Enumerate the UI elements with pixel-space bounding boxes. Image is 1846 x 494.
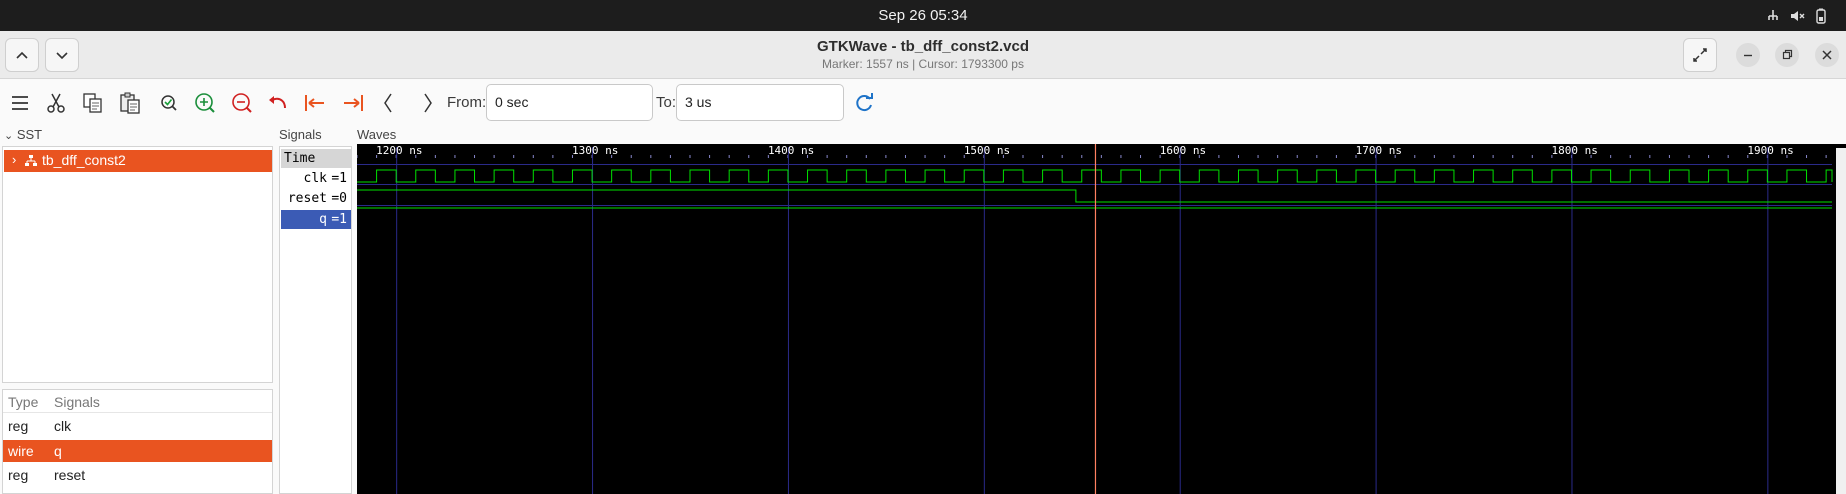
signal-row-clk[interactable]: clk =1 (281, 169, 351, 188)
hamburger-menu-icon (12, 96, 28, 110)
toolbar: From: 0 sec To: 3 us (0, 79, 1846, 125)
zoom-end-button[interactable] (340, 90, 366, 116)
network-icon[interactable] (1765, 8, 1781, 24)
restore-icon (1782, 49, 1793, 60)
signal-name: Time (284, 151, 316, 166)
signal-type: wire (8, 443, 34, 459)
scissors-icon (47, 93, 65, 113)
signal-name: q (54, 443, 62, 459)
hierarchy-icon (25, 155, 37, 166)
go-to-start-icon (305, 95, 324, 111)
system-clock[interactable]: Sep 26 05:34 (0, 7, 1846, 24)
table-header: Type Signals (3, 391, 272, 413)
signal-row-q[interactable]: q =1 (281, 210, 351, 229)
window-header-bar: GTKWave - tb_dff_const2.vcd Marker: 1557… (0, 31, 1846, 79)
signal-type-table: Type Signals reg clk wire q reg reset (2, 389, 273, 494)
zoom-fit-icon (161, 95, 177, 111)
time-tick-label: 1300 ns (572, 144, 618, 157)
chevron-right-icon (424, 93, 432, 113)
copy-icon (83, 93, 102, 113)
cut-button[interactable] (43, 90, 69, 116)
from-label: From: (447, 94, 487, 111)
zoom-in-button[interactable] (192, 90, 218, 116)
column-header-type[interactable]: Type (8, 394, 38, 410)
signal-name: q (319, 212, 327, 227)
waveform-background (357, 144, 1846, 494)
signal-name: clk (303, 171, 327, 186)
undo-zoom-button[interactable] (265, 90, 291, 116)
signal-type: reg (8, 418, 29, 434)
table-row[interactable]: reg reset (3, 464, 272, 486)
close-button[interactable] (1815, 43, 1839, 67)
signals-pane: Time clk =1 reset =0 q =1 (279, 146, 352, 494)
vertical-scrollbar[interactable] (1836, 148, 1846, 494)
to-time-input[interactable]: 3 us (676, 84, 844, 121)
signal-name: clk (54, 418, 72, 434)
waveform-canvas[interactable]: 1200 ns 1300 ns 1400 ns 1500 ns 1600 ns 1700 … (357, 144, 1846, 494)
copy-button[interactable] (80, 90, 106, 116)
table-row[interactable]: reg clk (3, 415, 272, 437)
reload-button[interactable] (851, 90, 877, 116)
signal-type: reg (8, 467, 29, 483)
window-title: GTKWave - tb_dff_const2.vcd (817, 38, 1029, 55)
minimize-button[interactable] (1736, 43, 1760, 67)
zoom-start-button[interactable] (302, 90, 328, 116)
prev-edge-button[interactable] (376, 90, 402, 116)
reload-icon (856, 93, 873, 112)
system-top-bar: Sep 26 05:34 (0, 0, 1846, 31)
chevron-right-icon: › (12, 152, 17, 167)
window-subtitle: Marker: 1557 ns | Cursor: 1793300 ps (822, 57, 1024, 71)
tree-item-label: tb_dff_const2 (42, 152, 126, 168)
waves-pane-label: Waves (357, 127, 397, 142)
chevron-left-icon (384, 93, 392, 113)
signal-row-time[interactable]: Time (281, 149, 351, 168)
signal-name: reset (54, 467, 86, 483)
sst-tree: › tb_dff_const2 (2, 146, 273, 383)
sst-label: SST (16, 127, 43, 142)
time-tick-label: 1700 ns (1356, 144, 1402, 157)
time-tick-label: 1900 ns (1747, 144, 1793, 157)
volume-muted-icon[interactable] (1789, 8, 1805, 24)
time-tick-label: 1800 ns (1551, 144, 1597, 157)
table-row[interactable]: wire q (3, 440, 272, 462)
signal-value: =0 (331, 191, 347, 206)
time-tick-label: 1600 ns (1160, 144, 1206, 157)
undo-icon (269, 96, 286, 109)
close-icon (1822, 50, 1832, 60)
zoom-out-icon (232, 93, 252, 113)
to-label: To: (656, 94, 677, 111)
time-tick-label: 1500 ns (964, 144, 1010, 157)
fullscreen-button[interactable] (1683, 38, 1717, 72)
from-time-input[interactable]: 0 sec (486, 84, 653, 121)
paste-icon (120, 92, 140, 114)
signal-name: reset (287, 191, 327, 206)
signals-pane-label: Signals (279, 127, 322, 142)
column-header-signals[interactable]: Signals (54, 394, 100, 410)
zoom-out-button[interactable] (229, 90, 255, 116)
battery-icon[interactable] (1813, 8, 1829, 24)
go-to-end-icon (344, 95, 363, 111)
expand-icon (1693, 48, 1707, 62)
signal-value: =1 (331, 212, 347, 227)
next-edge-button[interactable] (414, 90, 440, 116)
tree-item-tb-dff-const2[interactable]: › tb_dff_const2 (4, 150, 272, 172)
restore-button[interactable] (1775, 43, 1799, 67)
menu-button[interactable] (7, 90, 33, 116)
time-tick-label: 1400 ns (768, 144, 814, 157)
zoom-in-icon (195, 93, 215, 113)
signal-row-reset[interactable]: reset =0 (281, 189, 351, 208)
time-tick-label: 1200 ns (376, 144, 422, 157)
sst-header[interactable]: ⌄ SST (4, 127, 42, 142)
find-button[interactable] (156, 90, 182, 116)
paste-button[interactable] (117, 90, 143, 116)
signal-value: =1 (331, 171, 347, 186)
minimize-icon (1744, 54, 1752, 57)
chevron-down-icon: ⌄ (4, 130, 14, 142)
